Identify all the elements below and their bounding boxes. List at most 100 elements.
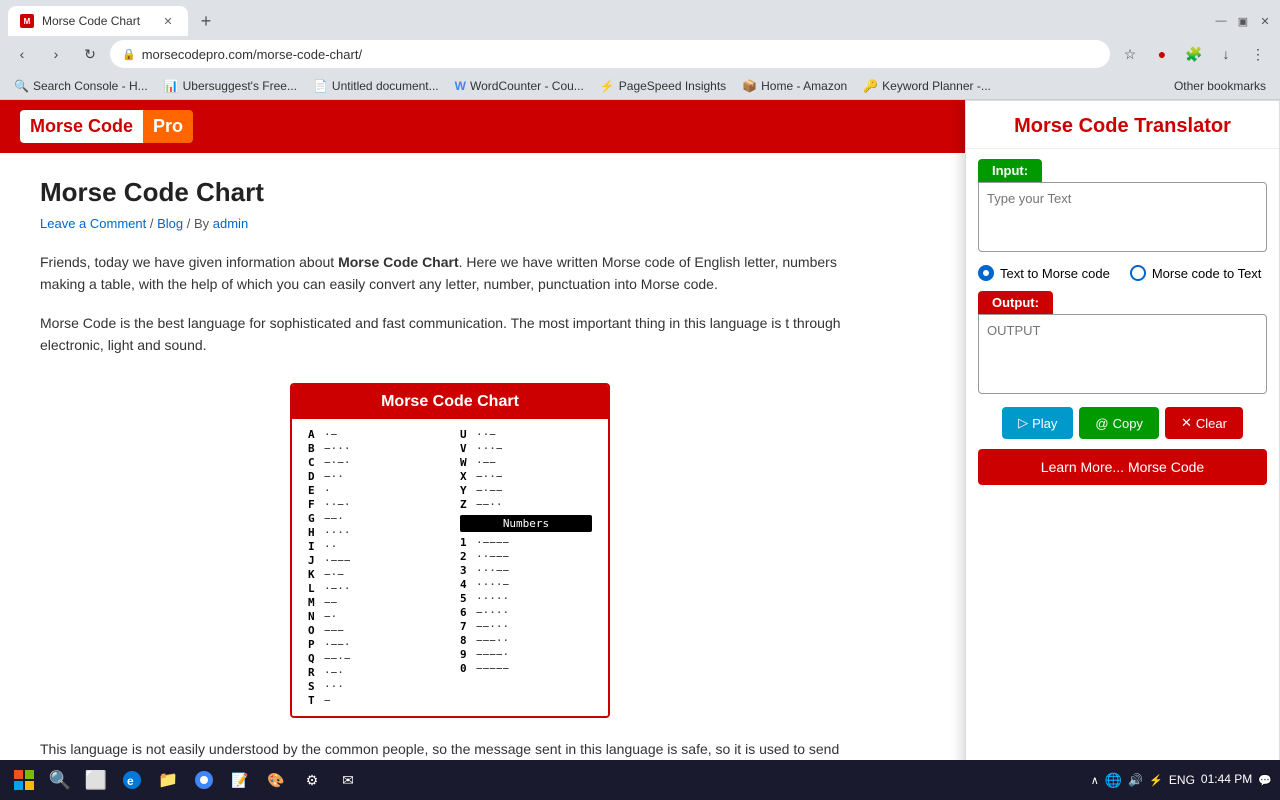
chart-row-y: Y−·−−: [460, 484, 592, 497]
taskbar-network[interactable]: 🌐: [1105, 772, 1122, 789]
chart-row-q: Q−−·−: [308, 652, 440, 665]
close-button[interactable]: ✕: [1258, 14, 1272, 28]
output-section: Output:: [966, 291, 1279, 397]
bookmark-star-icon[interactable]: ☆: [1116, 40, 1144, 68]
taskbar-chrome[interactable]: [188, 764, 220, 796]
bookmark-ubersuggest[interactable]: 📊 Ubersuggest's Free...: [158, 77, 303, 95]
taskbar-task-view[interactable]: ⬜: [80, 764, 112, 796]
start-button[interactable]: [8, 764, 40, 796]
minimize-button[interactable]: —: [1214, 14, 1228, 28]
chart-row-7: 7−−···: [460, 620, 592, 633]
bookmark-keyword-planner[interactable]: 🔑 Keyword Planner -...: [857, 77, 997, 95]
logo-text-2: Pro: [143, 110, 193, 143]
security-icon: 🔒: [122, 48, 136, 61]
bookmark-keyword-icon: 🔑: [863, 79, 878, 93]
active-tab[interactable]: M Morse Code Chart ✕: [8, 6, 188, 36]
address-bar[interactable]: 🔒 morsecodepro.com/morse-code-chart/: [110, 40, 1110, 68]
chart-row-u: U··−: [460, 428, 592, 441]
chart-row-n: N−·: [308, 610, 440, 623]
chart-row-f: F··−·: [308, 498, 440, 511]
taskbar-time-value: 01:44 PM: [1201, 772, 1252, 788]
learn-more-button[interactable]: Learn More... Morse Code: [978, 449, 1267, 485]
taskbar-battery: ⚡: [1149, 774, 1163, 787]
taskbar-search[interactable]: 🔍: [44, 764, 76, 796]
chart-row-j: J·−−−: [308, 554, 440, 567]
chart-row-3: 3···−−: [460, 564, 592, 577]
taskbar-notepad[interactable]: 📝: [224, 764, 256, 796]
copy-icon: @: [1095, 416, 1108, 431]
bookmark-pagespeed-label: PageSpeed Insights: [619, 79, 726, 93]
downloads-icon[interactable]: ↓: [1212, 40, 1240, 68]
radio-dot: [983, 270, 989, 276]
page-body: Morse Code Chart Leave a Comment / Blog …: [0, 153, 900, 800]
chart-row-r: R·−·: [308, 666, 440, 679]
chart-row-w: W·−−: [460, 456, 592, 469]
meta-author-link[interactable]: admin: [213, 216, 248, 231]
profile-icon[interactable]: ●: [1148, 40, 1176, 68]
chart-row-h: H····: [308, 526, 440, 539]
radio-text-to-morse[interactable]: Text to Morse code: [978, 265, 1110, 281]
maximize-button[interactable]: ▣: [1236, 14, 1250, 28]
taskbar-edge[interactable]: e: [116, 764, 148, 796]
extension-icon[interactable]: 🧩: [1180, 40, 1208, 68]
play-icon: ▷: [1018, 415, 1028, 431]
chart-row-b: B−···: [308, 442, 440, 455]
meta-comment-link[interactable]: Leave a Comment: [40, 216, 146, 231]
taskbar-settings-app[interactable]: ⚙: [296, 764, 328, 796]
radio-morse-to-text-circle: [1130, 265, 1146, 281]
chart-row-g: G−−·: [308, 512, 440, 525]
bookmark-amazon[interactable]: 📦 Home - Amazon: [736, 77, 853, 95]
taskbar: 🔍 ⬜ e 📁 📝 🎨 ⚙ ✉ ∧ 🌐 🔊 ⚡ ENG 01:44 PM 💬: [0, 760, 1280, 800]
morse-chart: Morse Code Chart A·− B−··· C−·−· D−·· E·…: [290, 383, 610, 718]
svg-text:e: e: [127, 774, 134, 788]
meta-category-link[interactable]: Blog: [157, 216, 183, 231]
clear-button[interactable]: ✕ Clear: [1165, 407, 1243, 439]
bookmark-other-label: Other bookmarks: [1174, 79, 1266, 93]
chart-row-6: 6−····: [460, 606, 592, 619]
reload-button[interactable]: ↻: [76, 40, 104, 68]
chart-row-o: O−−−: [308, 624, 440, 637]
radio-morse-to-text-label: Morse code to Text: [1152, 266, 1262, 281]
play-button[interactable]: ▷ Play: [1002, 407, 1073, 439]
bookmark-pagespeed[interactable]: ⚡ PageSpeed Insights: [594, 77, 732, 95]
bookmark-wordcounter[interactable]: W WordCounter - Cou...: [449, 77, 590, 95]
chart-row-2: 2··−−−: [460, 550, 592, 563]
chart-row-i: I··: [308, 540, 440, 553]
input-textarea[interactable]: [978, 182, 1267, 252]
settings-icon[interactable]: ⋮: [1244, 40, 1272, 68]
taskbar-mail[interactable]: ✉: [332, 764, 364, 796]
radio-morse-to-text[interactable]: Morse code to Text: [1130, 265, 1262, 281]
chart-row-v: V···−: [460, 442, 592, 455]
bookmark-google-docs-icon: 📄: [313, 79, 328, 93]
bookmark-search-console[interactable]: 🔍 Search Console - H...: [8, 77, 154, 95]
radio-text-to-morse-circle: [978, 265, 994, 281]
bookmark-amazon-label: Home - Amazon: [761, 79, 847, 93]
taskbar-notification[interactable]: 💬: [1258, 774, 1272, 787]
address-bar-row: ‹ › ↻ 🔒 morsecodepro.com/morse-code-char…: [0, 36, 1280, 72]
chart-row-k: K−·−: [308, 568, 440, 581]
copy-button[interactable]: @ Copy: [1079, 407, 1159, 439]
back-button[interactable]: ‹: [8, 40, 36, 68]
bookmark-search-console-label: Search Console - H...: [33, 79, 148, 93]
bookmark-other[interactable]: Other bookmarks: [1168, 77, 1272, 95]
input-section: Input:: [966, 149, 1279, 255]
bookmark-google-docs[interactable]: 📄 Untitled document...: [307, 77, 445, 95]
bookmark-keyword-label: Keyword Planner -...: [882, 79, 991, 93]
chart-row-s: S···: [308, 680, 440, 693]
tab-favicon: M: [20, 14, 34, 28]
new-tab-button[interactable]: +: [192, 7, 220, 35]
chart-row-t: T−: [308, 694, 440, 707]
translator-title: Morse Code Translator: [966, 101, 1279, 149]
taskbar-up-arrow[interactable]: ∧: [1091, 774, 1099, 787]
taskbar-speaker[interactable]: 🔊: [1128, 773, 1143, 787]
output-textarea[interactable]: [978, 314, 1267, 394]
forward-button[interactable]: ›: [42, 40, 70, 68]
chart-row-c: C−·−·: [308, 456, 440, 469]
radio-row: Text to Morse code Morse code to Text: [966, 255, 1279, 291]
page-paragraph-1: Friends, today we have given information…: [40, 251, 860, 296]
bookmark-google-docs-label: Untitled document...: [332, 79, 439, 93]
taskbar-folder[interactable]: 📁: [152, 764, 184, 796]
tab-close-button[interactable]: ✕: [160, 13, 176, 29]
clear-icon: ✕: [1181, 415, 1192, 431]
taskbar-photos[interactable]: 🎨: [260, 764, 292, 796]
